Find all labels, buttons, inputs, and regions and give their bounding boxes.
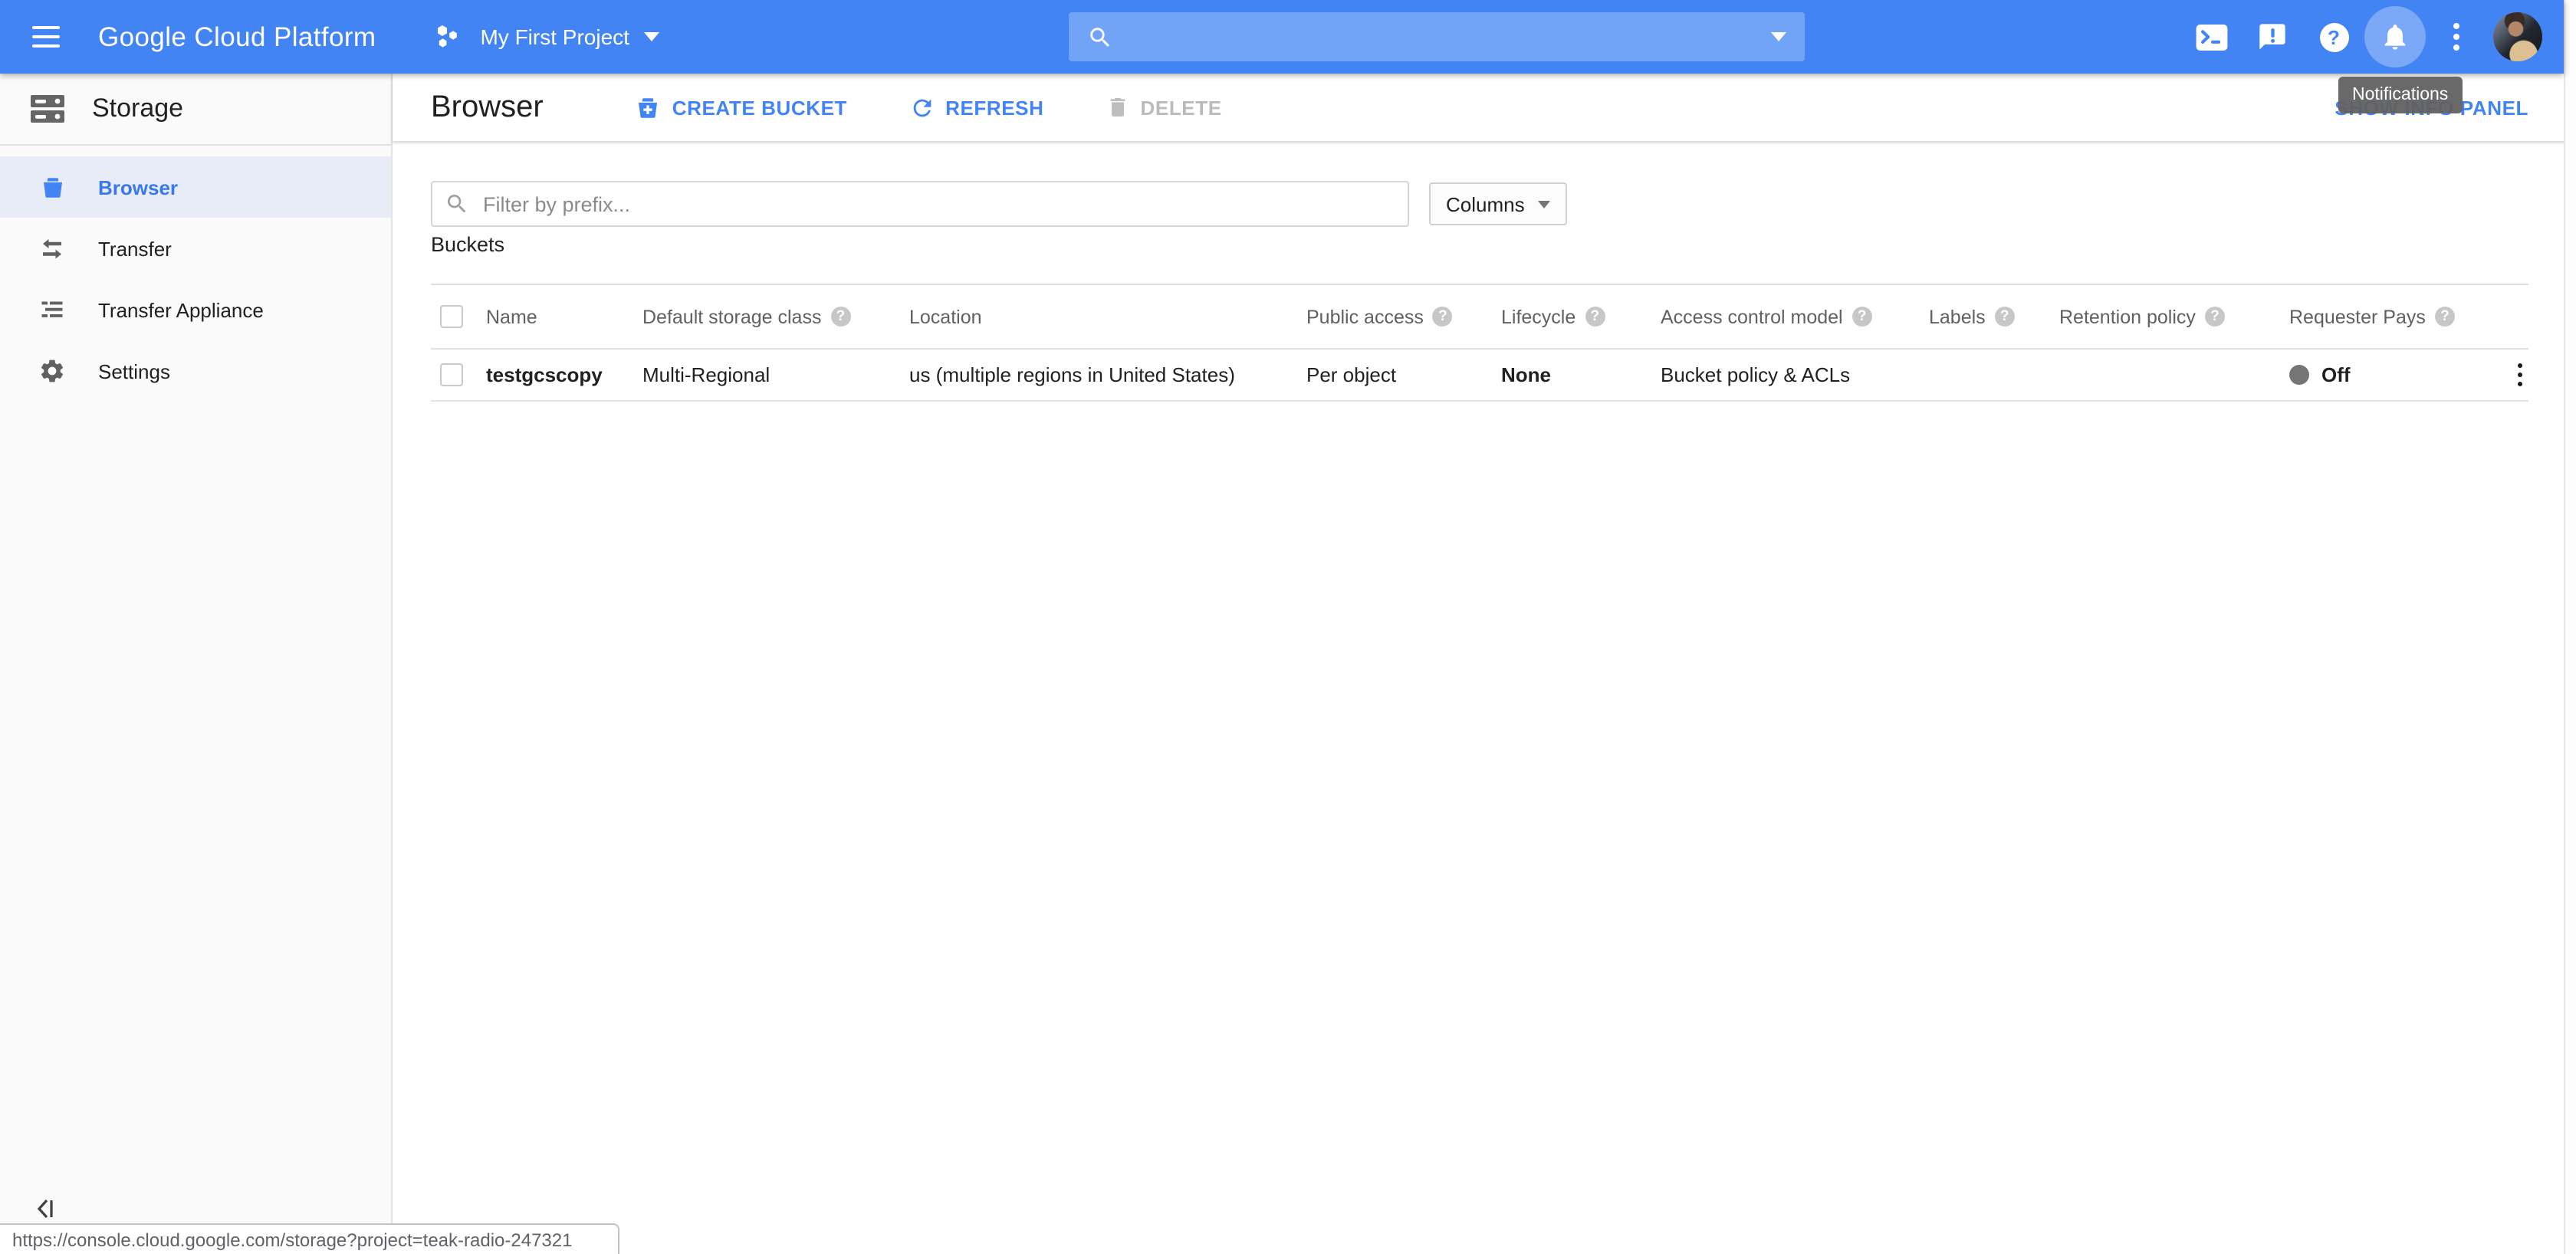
help-icon[interactable]	[1433, 307, 1453, 327]
filter-input[interactable]	[480, 191, 1395, 217]
bucket-public-access: Per object	[1306, 363, 1501, 386]
create-bucket-button[interactable]: CREATE BUCKET	[636, 94, 847, 120]
bucket-storage-class: Multi-Regional	[642, 363, 909, 386]
filter-field[interactable]	[431, 181, 1409, 227]
filter-row: Columns	[431, 181, 2528, 227]
product-title: Storage	[92, 94, 183, 124]
trash-icon	[1106, 95, 1130, 120]
sidebar: Storage Browser Tran	[0, 74, 393, 1254]
collapse-chevron-icon	[34, 1197, 57, 1220]
columns-label: Columns	[1446, 192, 1525, 215]
gear-icon	[38, 357, 66, 385]
help-icon[interactable]	[2435, 307, 2455, 327]
feedback-button[interactable]	[2242, 0, 2303, 74]
column-header-retention-policy[interactable]: Retention policy	[2059, 306, 2289, 327]
bucket-access-control-model: Bucket policy & ACLs	[1661, 363, 1929, 386]
columns-dropdown[interactable]: Columns	[1429, 182, 1568, 225]
content-toolbar: Browser CREATE BUCKET REFRESH	[393, 74, 2576, 141]
notifications-button[interactable]	[2364, 0, 2426, 74]
select-all-cell	[440, 305, 486, 328]
delete-label: DELETE	[1141, 96, 1222, 119]
select-all-checkbox[interactable]	[440, 305, 463, 328]
chevron-down-icon	[645, 32, 660, 41]
column-header-access-control-model[interactable]: Access control model	[1661, 306, 1929, 327]
transfer-arrows-icon	[38, 235, 66, 262]
storage-product-icon	[28, 90, 67, 127]
chevron-down-icon	[1539, 200, 1551, 208]
table-row[interactable]: testgcscopy Multi-Regional us (multiple …	[431, 350, 2528, 402]
app-logo[interactable]: Google Cloud Platform	[98, 21, 376, 53]
bucket-location: us (multiple regions in United States)	[909, 363, 1306, 386]
avatar[interactable]	[2493, 12, 2542, 61]
sidebar-item-label: Settings	[98, 359, 170, 382]
search-icon	[445, 192, 469, 216]
refresh-button[interactable]: REFRESH	[909, 94, 1043, 120]
cloud-shell-icon	[2195, 24, 2227, 50]
bucket-icon	[38, 173, 66, 201]
sidebar-item-label: Transfer Appliance	[98, 298, 264, 321]
bucket-lifecycle: None	[1501, 363, 1661, 386]
table-header-row: Name Default storage class Location Publ…	[431, 284, 2528, 350]
delete-button[interactable]: DELETE	[1106, 95, 1222, 120]
refresh-label: REFRESH	[945, 96, 1043, 119]
help-icon[interactable]	[1585, 307, 1605, 327]
more-vert-icon	[2453, 23, 2459, 51]
buckets-table: Name Default storage class Location Publ…	[431, 284, 2528, 402]
sidebar-item-transfer-appliance[interactable]: Transfer Appliance	[0, 279, 391, 340]
hamburger-menu-button[interactable]	[9, 0, 83, 74]
column-header-public-access[interactable]: Public access	[1306, 306, 1501, 327]
project-hexagons-icon	[434, 21, 465, 52]
sidebar-header: Storage	[0, 74, 391, 146]
column-header-location[interactable]: Location	[909, 306, 1306, 327]
refresh-icon	[909, 94, 935, 120]
column-header-name[interactable]: Name	[486, 306, 642, 327]
help-icon[interactable]	[2205, 307, 2225, 327]
status-url: https://console.cloud.google.com/storage…	[12, 1229, 572, 1250]
notifications-tooltip: Notifications	[2338, 77, 2462, 113]
create-bucket-label: CREATE BUCKET	[672, 96, 847, 119]
sidebar-item-label: Browser	[98, 176, 178, 199]
scrollbar[interactable]	[2564, 0, 2576, 1254]
search-dropdown-caret-icon[interactable]	[1771, 32, 1786, 41]
sidebar-item-settings[interactable]: Settings	[0, 340, 391, 402]
column-header-lifecycle[interactable]: Lifecycle	[1501, 306, 1661, 327]
search-input[interactable]	[1069, 12, 1805, 61]
help-button[interactable]	[2303, 0, 2364, 74]
help-icon[interactable]	[1852, 307, 1872, 327]
row-checkbox[interactable]	[440, 363, 463, 386]
header-actions	[2180, 0, 2542, 74]
help-icon	[2319, 22, 2348, 51]
help-icon[interactable]	[1995, 307, 2015, 327]
sidebar-nav: Browser Transfer	[0, 156, 391, 402]
create-bucket-icon	[636, 94, 662, 120]
column-header-labels[interactable]: Labels	[1929, 306, 2059, 327]
requester-pays-off-dot-icon	[2289, 365, 2309, 385]
buckets-section-label: Buckets	[431, 233, 504, 256]
feedback-icon	[2257, 21, 2288, 52]
row-select-cell	[440, 363, 486, 386]
help-icon[interactable]	[830, 307, 850, 327]
gcp-console-page: Google Cloud Platform My First Project	[0, 0, 2576, 1254]
hamburger-icon	[32, 26, 60, 48]
project-selector[interactable]: My First Project	[434, 21, 659, 52]
browser-status-bar: https://console.cloud.google.com/storage…	[0, 1223, 619, 1254]
project-name: My First Project	[480, 25, 629, 49]
sidebar-item-browser[interactable]: Browser	[0, 156, 391, 218]
search-icon	[1087, 24, 1113, 50]
column-header-default-storage-class[interactable]: Default storage class	[642, 306, 909, 327]
column-header-requester-pays[interactable]: Requester Pays	[2289, 306, 2509, 327]
bucket-requester-pays: Off	[2289, 363, 2509, 386]
cloud-shell-button[interactable]	[2180, 0, 2242, 74]
transfer-appliance-icon	[38, 296, 66, 323]
sidebar-item-transfer[interactable]: Transfer	[0, 218, 391, 279]
more-options-button[interactable]	[2426, 0, 2487, 74]
row-more-options-button[interactable]	[2517, 363, 2522, 387]
main-content: Browser CREATE BUCKET REFRESH	[393, 74, 2564, 1254]
bucket-name[interactable]: testgcscopy	[486, 363, 642, 386]
notifications-bell-icon	[2380, 21, 2410, 52]
app-header: Google Cloud Platform My First Project	[0, 0, 2564, 74]
page-title: Browser	[431, 90, 544, 125]
sidebar-item-label: Transfer	[98, 237, 172, 260]
